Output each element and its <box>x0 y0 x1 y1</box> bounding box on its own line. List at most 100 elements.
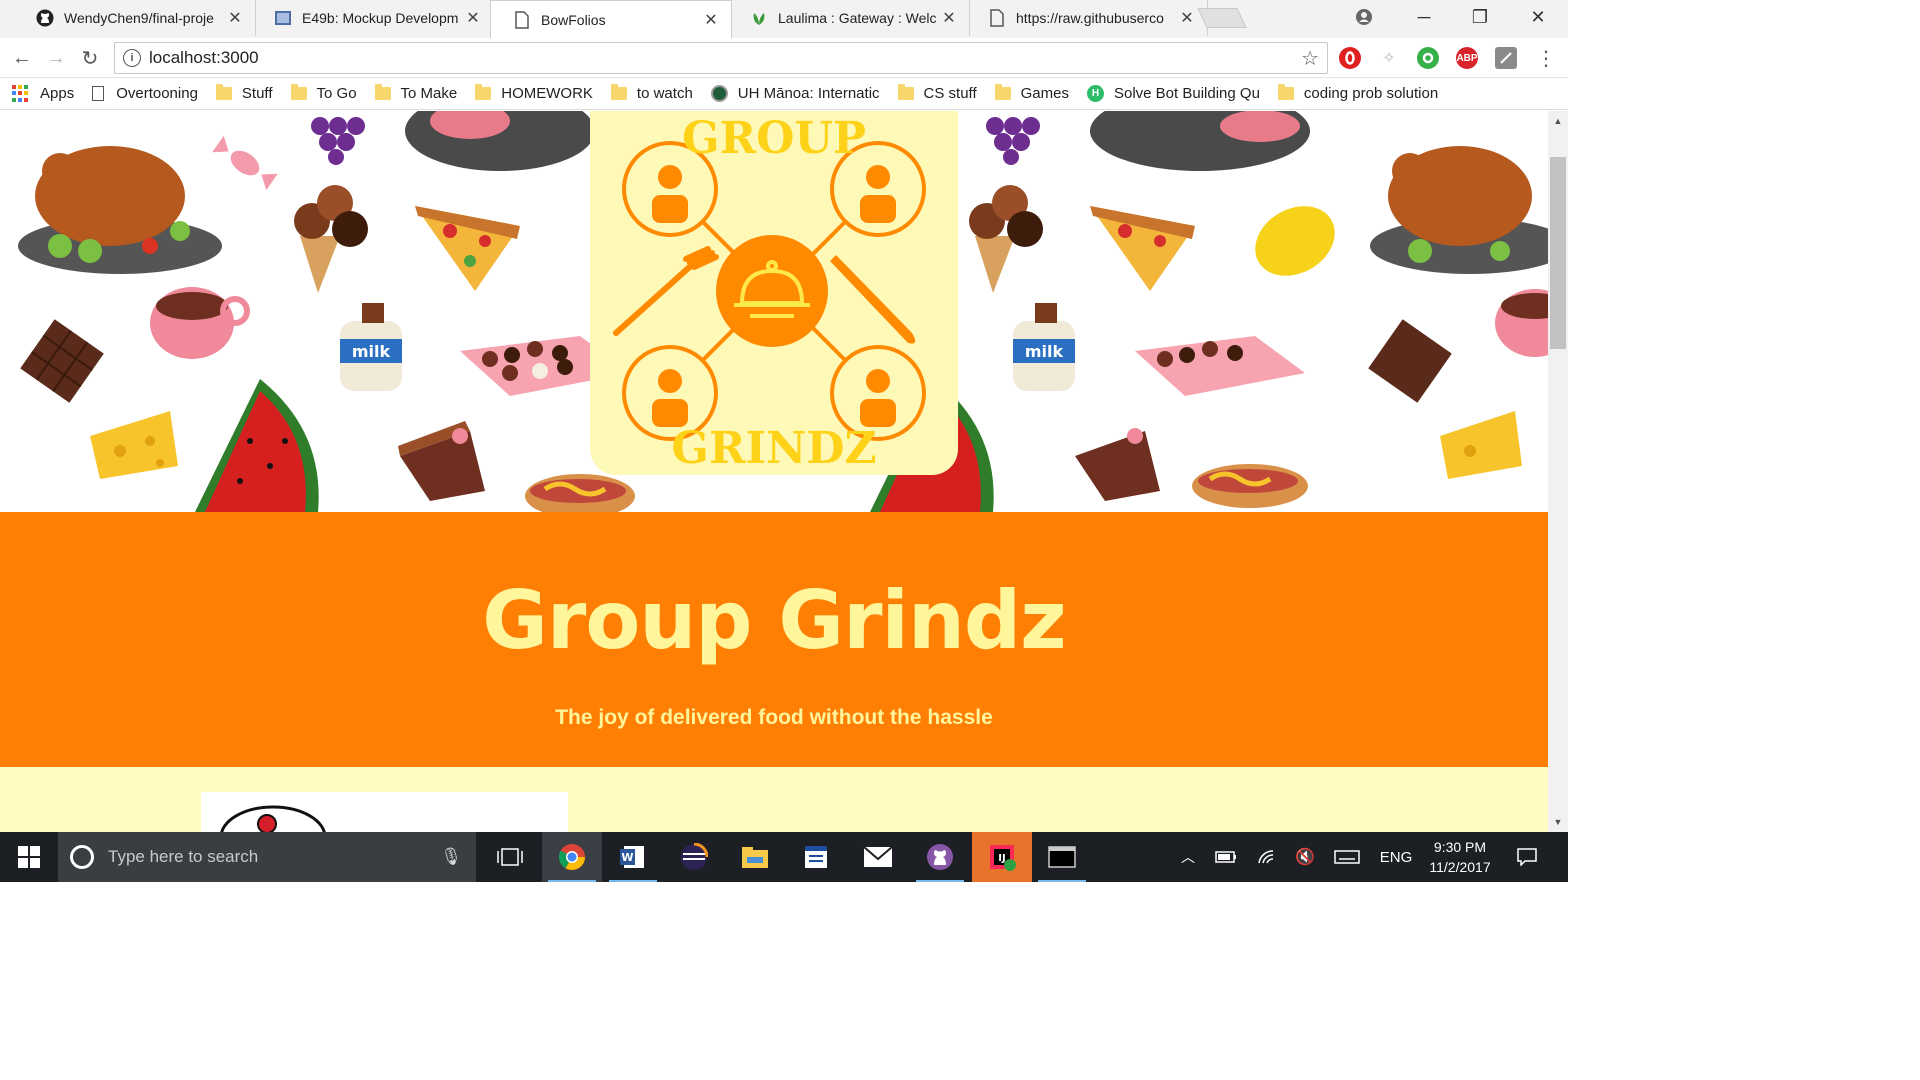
bookmark-apps[interactable]: Apps <box>12 84 75 103</box>
tagline: The joy of delivered food without the ha… <box>555 706 993 729</box>
tab-laulima[interactable]: Laulima : Gateway : Welc ✕ <box>728 0 970 36</box>
close-icon[interactable]: ✕ <box>227 8 243 28</box>
info-icon[interactable]: i <box>123 49 141 67</box>
coffee-cup-illustration <box>150 287 250 359</box>
chrome-icon[interactable] <box>542 832 602 882</box>
word-icon[interactable]: W <box>603 832 663 882</box>
close-icon[interactable]: ✕ <box>1179 8 1195 28</box>
bookmark-coding-prob[interactable]: coding prob solution <box>1277 84 1439 102</box>
grapes-illustration <box>986 117 1040 165</box>
milk-bottle-illustration: milk <box>1013 303 1075 391</box>
close-window-button[interactable]: ✕ <box>1512 0 1564 34</box>
tab-title: https://raw.githubuserco <box>1016 10 1164 26</box>
address-bar[interactable]: i localhost:3000 ☆ <box>114 42 1328 74</box>
volume-muted-icon[interactable]: 🔇 <box>1292 832 1318 882</box>
star-icon[interactable]: ☆ <box>1301 46 1319 71</box>
bookmark-stuff[interactable]: Stuff <box>215 84 273 102</box>
close-icon[interactable]: ✕ <box>465 8 481 28</box>
milk-label: milk <box>352 342 391 361</box>
clock-date: 11/2/2017 <box>1429 859 1491 875</box>
folder-icon <box>215 84 232 100</box>
bookmark-cs-stuff[interactable]: CS stuff <box>897 84 977 102</box>
bookmark-label: CS stuff <box>923 85 977 102</box>
eclipse-icon[interactable] <box>664 832 724 882</box>
bookmark-games[interactable]: Games <box>994 84 1069 102</box>
opera-extension-icon[interactable] <box>1339 47 1361 69</box>
tab-title: E49b: Mockup Developm <box>302 10 459 26</box>
github-desktop-icon[interactable] <box>910 832 970 882</box>
bookmark-to-make[interactable]: To Make <box>374 84 457 102</box>
task-view-icon[interactable] <box>480 832 540 882</box>
show-hidden-icons-icon[interactable]: ︿ <box>1176 832 1200 882</box>
app-window-icon[interactable] <box>786 832 846 882</box>
puzzle-extension-icon[interactable]: ✧ <box>1378 47 1400 69</box>
back-arrow-icon[interactable]: ← <box>8 44 36 72</box>
bookmark-overtooning[interactable]: Overtooning <box>92 85 198 102</box>
forward-arrow-icon[interactable]: → <box>42 44 70 72</box>
bookmark-label: Stuff <box>241 85 273 102</box>
scroll-up-arrow-icon[interactable]: ▲ <box>1548 113 1568 129</box>
intellij-icon[interactable]: IJ <box>972 832 1032 882</box>
page-title: Group Grindz <box>482 574 1066 667</box>
green-extension-icon[interactable] <box>1417 47 1439 69</box>
bookmarks-bar: Apps Overtooning Stuff To Go To Make HOM… <box>0 78 1568 110</box>
chocolate-box-illustration <box>1135 336 1305 396</box>
system-clock[interactable]: 9:30 PM 11/2/2017 <box>1420 837 1500 877</box>
cortana-icon <box>70 845 94 869</box>
pocket-extension-icon[interactable] <box>1495 47 1517 69</box>
tab-github[interactable]: WendyChen9/final-proje ✕ <box>14 0 256 36</box>
page-scrollbar[interactable]: ▲ ▼ <box>1548 111 1568 832</box>
tab-title: BowFolios <box>541 11 606 28</box>
taskbar-search[interactable]: Type here to search 🎙 <box>58 832 476 882</box>
tab-bowfolios[interactable]: BowFolios ✕ <box>490 0 732 38</box>
menu-icon[interactable]: ⋮ <box>1532 44 1560 72</box>
close-icon[interactable]: ✕ <box>703 10 719 30</box>
clock-time: 9:30 PM <box>1433 839 1487 855</box>
action-center-icon[interactable] <box>1510 832 1544 882</box>
bookmark-label: coding prob solution <box>1303 85 1439 102</box>
mail-icon[interactable] <box>848 832 908 882</box>
close-icon[interactable]: ✕ <box>941 8 957 28</box>
folder-icon <box>374 84 391 100</box>
bookmark-to-watch[interactable]: to watch <box>610 84 693 102</box>
pizza-slice-illustration <box>415 206 520 291</box>
content-section <box>0 767 1548 832</box>
cake-slice-illustration <box>1075 428 1160 501</box>
logo-text-grindz: GRINDZ <box>671 423 876 474</box>
lemon-illustration <box>1255 206 1335 276</box>
scroll-down-arrow-icon[interactable]: ▼ <box>1548 814 1568 830</box>
page-icon <box>92 86 105 101</box>
active-indicator <box>548 880 596 882</box>
language-indicator[interactable]: ENG <box>1374 832 1418 882</box>
microphone-icon[interactable]: 🎙 <box>440 847 462 867</box>
bookmark-label: HOMEWORK <box>501 85 593 102</box>
restore-button[interactable]: ❐ <box>1454 0 1506 34</box>
ice-cream-illustration <box>969 185 1043 293</box>
tab-strip: WendyChen9/final-proje ✕ E49b: Mockup De… <box>0 0 1568 38</box>
search-placeholder: Type here to search <box>108 847 259 866</box>
bookmark-uh-manoa[interactable]: UH Mānoa: Internatic <box>710 85 880 102</box>
battery-icon[interactable] <box>1212 832 1240 882</box>
bookmark-solve-bot[interactable]: H Solve Bot Building Qu <box>1086 85 1260 102</box>
new-tab-button[interactable] <box>1197 8 1247 28</box>
bookmark-label: Solve Bot Building Qu <box>1113 85 1260 102</box>
github-icon <box>36 9 54 27</box>
tab-raw-github[interactable]: https://raw.githubuserco ✕ <box>966 0 1208 36</box>
keyboard-icon[interactable] <box>1332 832 1362 882</box>
milk-label: milk <box>1025 342 1064 361</box>
terminal-icon[interactable] <box>1032 832 1092 882</box>
bookmark-homework[interactable]: HOMEWORK <box>475 84 593 102</box>
title-banner: Group Grindz The joy of delivered food w… <box>0 512 1548 767</box>
file-explorer-icon[interactable] <box>725 832 785 882</box>
reload-icon[interactable]: ↻ <box>76 44 104 72</box>
bookmark-label: Apps <box>40 85 75 102</box>
profile-icon[interactable] <box>1338 0 1390 34</box>
tab-mockup[interactable]: E49b: Mockup Developm ✕ <box>252 0 494 36</box>
scroll-thumb[interactable] <box>1550 157 1566 349</box>
hot-dog-illustration <box>525 474 635 512</box>
windows-start-icon[interactable] <box>0 832 58 882</box>
wifi-icon[interactable] <box>1254 832 1280 882</box>
adblock-icon[interactable]: ABP <box>1456 47 1478 69</box>
minimize-button[interactable]: ─ <box>1398 0 1450 34</box>
bookmark-to-go[interactable]: To Go <box>290 84 357 102</box>
